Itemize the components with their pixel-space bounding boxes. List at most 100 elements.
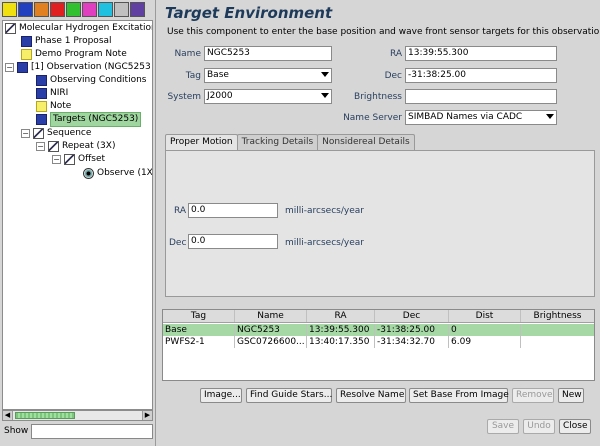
tree-node-observe[interactable]: Observe (1X (83, 167, 152, 180)
tab-proper-motion[interactable]: Proper Motion (165, 134, 238, 150)
name-server-select-value: SIMBAD Names via CADC (408, 112, 523, 122)
close-button[interactable]: Close (559, 419, 591, 434)
tag-select-value: Base (207, 70, 229, 80)
find-guide-stars-button[interactable]: Find Guide Stars... (246, 388, 332, 403)
detail-tabs: Proper Motion Tracking Details Nonsidere… (165, 134, 415, 150)
table-cell: GSC0726600... (235, 336, 307, 348)
name-server-label: Name Server (343, 113, 402, 123)
sequence-icon (33, 128, 44, 139)
tab-tracking-details[interactable]: Tracking Details (236, 134, 319, 150)
page-title: Target Environment (165, 4, 333, 22)
tree-node-sequence[interactable]: − Sequence (21, 127, 91, 140)
new-button[interactable]: New (558, 388, 584, 403)
table-cell: -31:38:25.00 (375, 324, 449, 336)
tree-node-phase1[interactable]: Phase 1 Proposal (21, 35, 112, 48)
resolve-name-button[interactable]: Resolve Name (336, 388, 406, 403)
collapse-toggle-icon[interactable]: − (21, 129, 30, 138)
column-header-name[interactable]: Name (235, 310, 307, 322)
tree-horizontal-scrollbar[interactable]: ◀ ▶ (2, 410, 153, 421)
pm-dec-field[interactable]: 0.0 (188, 234, 278, 249)
ra-field[interactable]: 13:39:55.300 (405, 46, 557, 61)
collapse-toggle-icon[interactable]: − (5, 63, 14, 72)
table-row[interactable]: PWFS2-1 GSC0726600... 13:40:17.350 -31:3… (163, 336, 594, 348)
name-label: Name (174, 49, 201, 59)
chevron-down-icon (321, 93, 329, 98)
palette-swatch-4[interactable] (50, 2, 65, 17)
tree-node-offset[interactable]: − Offset (52, 153, 105, 166)
tab-nonsidereal-details[interactable]: Nonsidereal Details (317, 134, 415, 150)
save-button[interactable]: Save (487, 419, 519, 434)
tree-node-observing-conditions[interactable]: Observing Conditions (36, 74, 146, 87)
chevron-down-icon (321, 72, 329, 77)
set-base-from-image-button[interactable]: Set Base From Image (409, 388, 509, 403)
table-cell: PWFS2-1 (163, 336, 235, 348)
system-select[interactable]: J2000 (204, 89, 332, 104)
name-field[interactable]: NGC5253 (204, 46, 332, 61)
page-description: Use this component to enter the base pos… (167, 27, 600, 37)
palette-swatch-9[interactable] (130, 2, 145, 17)
node-palette (2, 2, 145, 18)
scroll-thumb[interactable] (15, 412, 75, 419)
palette-swatch-5[interactable] (66, 2, 81, 17)
collapse-toggle-icon[interactable]: − (36, 142, 45, 151)
system-select-value: J2000 (207, 91, 233, 101)
tree-node-program[interactable]: Molecular Hydrogen Excitation (5, 22, 153, 35)
table-cell: 13:39:55.300 (307, 324, 375, 336)
tree-node-label: NIRI (50, 88, 69, 98)
tree-node-label-selected: Targets (NGC5253) (50, 112, 142, 127)
remove-button[interactable]: Remove (512, 388, 554, 403)
tree-node-label: Observing Conditions (50, 75, 147, 85)
tree-node-demo-note[interactable]: Demo Program Note (21, 48, 127, 61)
column-header-tag[interactable]: Tag (163, 310, 235, 322)
palette-swatch-8[interactable] (114, 2, 129, 17)
table-row[interactable]: Base NGC5253 13:39:55.300 -31:38:25.00 0 (163, 324, 594, 336)
name-server-select[interactable]: SIMBAD Names via CADC (405, 110, 557, 125)
collapse-toggle-icon[interactable]: − (52, 155, 61, 164)
pm-dec-unit: milli-arcsecs/year (285, 238, 364, 248)
scroll-right-arrow-icon[interactable]: ▶ (142, 411, 152, 420)
targets-table: Tag Name RA Dec Dist Brightness Base NGC… (162, 309, 595, 381)
observation-icon (17, 62, 28, 73)
tree-node-niri[interactable]: NIRI (36, 87, 68, 100)
show-label: Show (4, 426, 29, 436)
palette-swatch-2[interactable] (18, 2, 33, 17)
pm-ra-label: RA (174, 206, 187, 216)
tree-node-targets[interactable]: Targets (NGC5253) (36, 112, 142, 127)
tree-node-label: Sequence (47, 128, 92, 138)
scroll-left-arrow-icon[interactable]: ◀ (3, 411, 13, 420)
table-cell: 13:40:17.350 (307, 336, 375, 348)
pm-ra-unit: milli-arcsecs/year (285, 206, 364, 216)
brightness-field[interactable] (405, 89, 557, 104)
tree-node-observation[interactable]: − [1] Observation (NGC5253 (5, 61, 151, 74)
tree-node-label: Offset (78, 154, 106, 164)
column-header-dist[interactable]: Dist (449, 310, 521, 322)
program-tree: Molecular Hydrogen Excitation Phase 1 Pr… (2, 20, 153, 410)
show-input[interactable] (31, 424, 153, 439)
image-button[interactable]: Image... (200, 388, 242, 403)
palette-swatch-7[interactable] (98, 2, 113, 17)
column-header-dec[interactable]: Dec (375, 310, 449, 322)
pm-dec-label: Dec (169, 238, 187, 248)
proper-motion-panel: RA 0.0 milli-arcsecs/year Dec 0.0 milli-… (165, 150, 595, 297)
chevron-down-icon (546, 114, 554, 119)
target-environment-editor: Target Environment Use this component to… (158, 0, 600, 446)
conditions-icon (36, 75, 47, 86)
dec-field[interactable]: -31:38:25.00 (405, 68, 557, 83)
palette-swatch-1[interactable] (2, 2, 17, 17)
program-icon (5, 23, 16, 34)
table-cell (521, 324, 594, 336)
table-cell (521, 336, 594, 348)
tree-node-label: Phase 1 Proposal (35, 36, 112, 46)
palette-swatch-6[interactable] (82, 2, 97, 17)
table-cell: 6.09 (449, 336, 521, 348)
undo-button[interactable]: Undo (523, 419, 555, 434)
tree-node-label: Molecular Hydrogen Excitation (19, 23, 153, 33)
program-tree-panel: Molecular Hydrogen Excitation Phase 1 Pr… (0, 0, 156, 446)
column-header-ra[interactable]: RA (307, 310, 375, 322)
column-header-brightness[interactable]: Brightness (521, 310, 594, 322)
palette-swatch-3[interactable] (34, 2, 49, 17)
instrument-icon (36, 88, 47, 99)
tag-select[interactable]: Base (204, 68, 332, 83)
tree-node-repeat[interactable]: − Repeat (3X) (36, 140, 115, 153)
pm-ra-field[interactable]: 0.0 (188, 203, 278, 218)
